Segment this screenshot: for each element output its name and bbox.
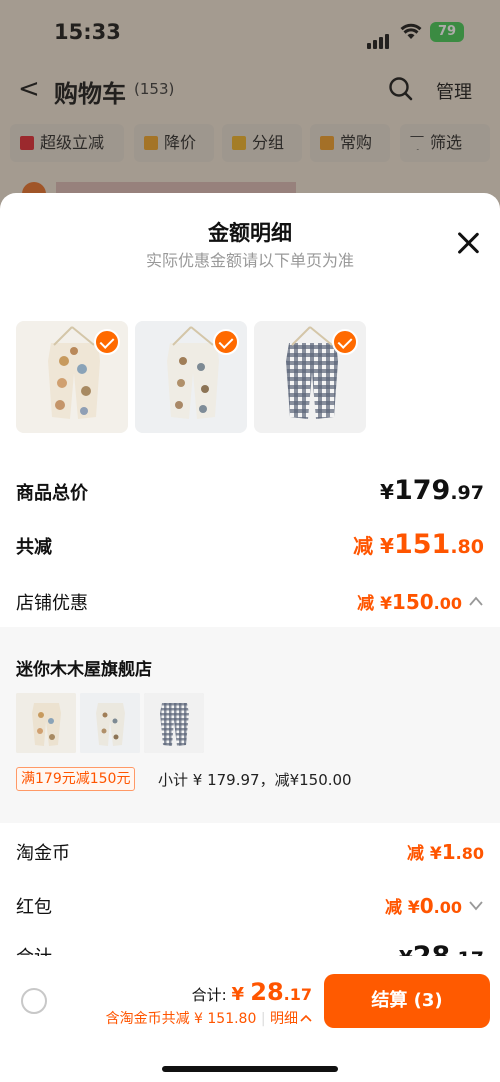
home-indicator [162,1066,338,1072]
mini-product-thumb [16,693,76,753]
pants-image [16,693,76,753]
checkout-bar: 合计: ¥ 28.17 含淘金币共减 ¥ 151.80 | 明细 结算 (3) [0,956,500,1082]
detail-link[interactable]: 明细 [270,1011,298,1027]
mini-product-thumb [80,693,140,753]
product-thumb[interactable] [16,321,128,433]
product-thumb[interactable] [254,321,366,433]
store-detail-panel: 迷你木木屋旗舰店 满179元减150元 小计 ¥ 179.97，减¥150.00 [0,627,500,823]
shop-discount-value: 减 ¥150.00 [357,590,462,614]
bottom-total: 合计: ¥ 28.17 [191,978,312,1006]
mini-product-thumb [144,693,204,753]
store-name: 迷你木木屋旗舰店 [16,660,152,680]
store-subtotal: 小计 ¥ 179.97，减¥150.00 [158,771,352,789]
total-reduce-value: 减 ¥151.80 [353,529,484,560]
shop-discount-label: 店铺优惠 [16,593,88,614]
check-icon[interactable] [213,329,239,355]
total-reduce-label: 共减 [16,537,52,558]
check-icon[interactable] [332,329,358,355]
chevron-down-icon[interactable] [468,899,484,911]
coins-value: 减 ¥1.80 [406,840,484,864]
chevron-up-icon[interactable] [468,595,484,607]
checkout-button[interactable]: 结算 (3) [324,974,490,1028]
shop-discount-row[interactable]: 店铺优惠 减 ¥150.00 [16,589,484,619]
goods-total-value: ¥179.97 [380,475,484,506]
goods-total-row: 商品总价 ¥179.97 [16,475,484,513]
amount-detail-sheet: 金额明细 实际优惠金额请以下单页为准 商品总价 ¥179.97 共减 减 ¥15… [0,193,500,1082]
coins-row: 淘金币 减 ¥1.80 [16,839,484,869]
sheet-subtitle: 实际优惠金额请以下单页为准 [145,251,354,270]
total-reduce-row: 共减 减 ¥151.80 [16,529,484,567]
red-packet-row[interactable]: 红包 减 ¥0.00 [16,893,484,923]
pants-image [80,693,140,753]
chevron-up-icon [300,1014,312,1022]
goods-total-label: 商品总价 [16,483,88,504]
product-thumb[interactable] [135,321,247,433]
sheet-title: 金额明细 [208,221,292,245]
red-packet-value: 减 ¥0.00 [384,894,462,918]
promo-tag: 满179元减150元 [16,767,136,791]
pants-image [144,693,204,753]
close-icon[interactable] [456,231,480,255]
select-all-radio[interactable] [21,988,47,1014]
check-icon[interactable] [94,329,120,355]
red-packet-label: 红包 [16,897,52,918]
savings-line[interactable]: 含淘金币共减 ¥ 151.80 | 明细 [106,1008,312,1028]
coins-label: 淘金币 [16,843,70,864]
